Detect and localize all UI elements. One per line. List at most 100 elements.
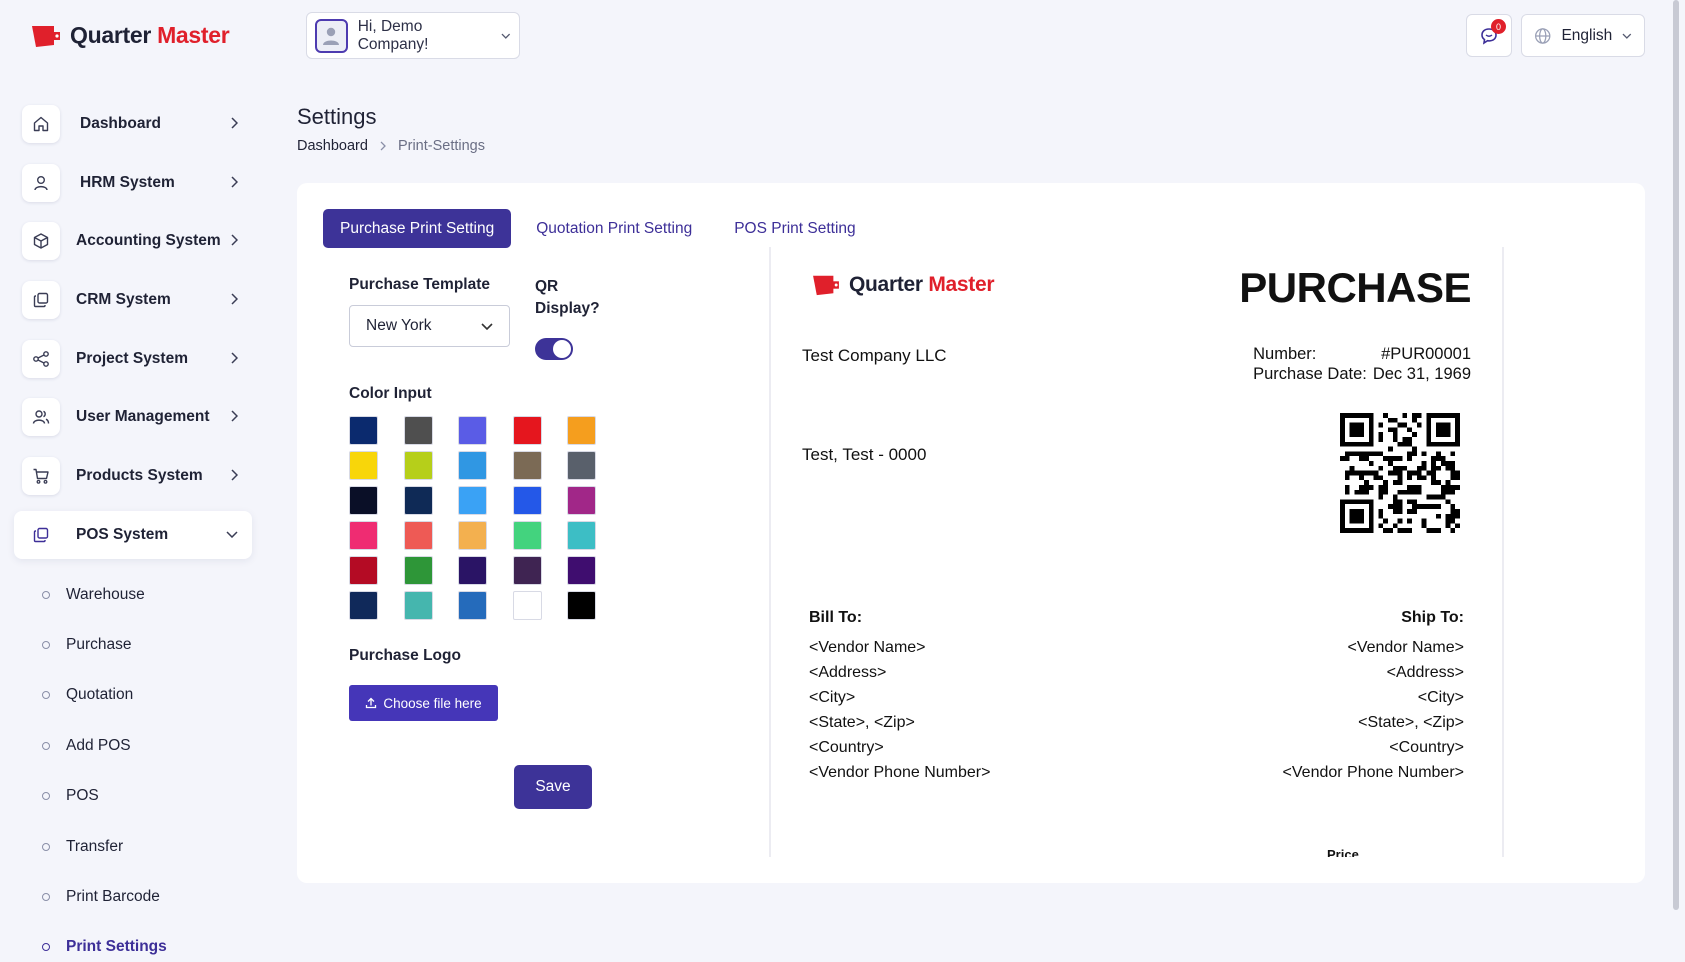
sidebar-subitem-transfer[interactable]: Transfer — [14, 821, 252, 871]
sidebar-item-products[interactable]: Products System — [14, 452, 252, 500]
color-input-label: Color Input — [349, 385, 432, 402]
sidebar-item-project[interactable]: Project System — [14, 335, 252, 383]
logo-text-part2: Master — [157, 22, 230, 48]
bullet-icon — [42, 641, 50, 650]
breadcrumb-dashboard[interactable]: Dashboard — [297, 138, 368, 154]
page-title: Settings — [297, 104, 377, 129]
tab-quotation-print[interactable]: Quotation Print Setting — [519, 209, 709, 248]
sidebar-item-hrm[interactable]: HRM System — [14, 159, 252, 207]
chevron-right-icon — [231, 117, 238, 129]
chevron-right-icon — [231, 293, 238, 305]
color-swatch[interactable] — [512, 556, 542, 585]
sidebar-item-label: CRM System — [76, 291, 171, 309]
purchase-template-label: Purchase Template — [349, 276, 490, 293]
sidebar-item-dashboard[interactable]: Dashboard — [14, 100, 252, 148]
color-swatch[interactable] — [403, 591, 433, 620]
logo-icon — [32, 25, 60, 47]
sidebar-item-label: Project System — [76, 349, 188, 367]
tab-purchase-print[interactable]: Purchase Print Setting — [323, 209, 512, 248]
save-button[interactable]: Save — [514, 765, 592, 809]
bullet-icon — [42, 943, 50, 952]
color-swatch[interactable] — [567, 451, 596, 480]
user-greeting: Hi, Demo Company! — [357, 17, 429, 53]
home-icon — [22, 105, 60, 143]
globe-icon — [1535, 27, 1551, 44]
user-icon — [22, 163, 60, 202]
color-swatch[interactable] — [349, 556, 378, 585]
chevron-right-icon — [231, 234, 238, 246]
color-swatch[interactable] — [458, 556, 487, 585]
preview-meta: Number: #PUR00001 Purchase Date: Dec 31, 1… — [1253, 345, 1471, 383]
notification-button[interactable]: 0 — [1466, 14, 1512, 57]
sidebar-item-crm[interactable]: CRM System — [14, 276, 252, 324]
sidebar-subitem-warehouse[interactable]: Warehouse — [14, 570, 252, 620]
color-swatch[interactable] — [512, 521, 542, 550]
color-swatch[interactable] — [349, 591, 378, 620]
qr-display-label: QR Display? — [535, 278, 600, 317]
qr-display-toggle[interactable] — [535, 338, 573, 360]
tab-pos-print[interactable]: POS Print Setting — [717, 209, 872, 248]
ship-to-block: Ship To: <Vendor Name> <Address> <City> … — [1282, 609, 1464, 781]
color-swatch[interactable] — [403, 451, 433, 480]
color-swatch[interactable] — [403, 416, 433, 445]
color-swatch[interactable] — [458, 486, 487, 515]
bullet-icon — [42, 842, 50, 851]
sidebar-item-label: POS System — [76, 525, 169, 543]
color-swatch[interactable] — [458, 591, 487, 620]
purchase-template-value: New York — [366, 317, 432, 334]
chevron-down-icon — [501, 33, 511, 39]
page-scrollbar[interactable] — [1673, 0, 1681, 962]
color-swatch-grid — [349, 416, 596, 620]
color-swatch[interactable] — [567, 486, 596, 515]
color-swatch[interactable] — [567, 521, 596, 550]
sidebar-item-pos[interactable]: POS System — [14, 510, 252, 559]
chevron-right-icon — [231, 469, 238, 481]
purchase-template-select[interactable]: New York — [349, 305, 510, 347]
color-swatch[interactable] — [567, 416, 596, 445]
color-swatch[interactable] — [349, 521, 378, 550]
app-logo[interactable]: Quarter Master — [30, 22, 230, 49]
color-swatch[interactable] — [458, 521, 487, 550]
preview-title: PURCHASE — [1239, 264, 1471, 311]
preview-company: Test Company LLC — [802, 346, 947, 365]
layers-icon — [22, 281, 60, 320]
color-swatch[interactable] — [512, 416, 542, 445]
sidebar-subitem-add-pos[interactable]: Add POS — [14, 721, 252, 771]
color-swatch[interactable] — [458, 416, 487, 445]
color-swatch[interactable] — [458, 451, 487, 480]
breadcrumb-current: Print-Settings — [397, 138, 485, 154]
color-swatch[interactable] — [512, 591, 542, 620]
user-menu[interactable]: Hi, Demo Company! — [306, 12, 520, 59]
bullet-icon — [42, 792, 50, 801]
sidebar-item-user-management[interactable]: User Management — [14, 393, 252, 441]
logo-icon — [813, 275, 839, 296]
chevron-down-icon — [226, 531, 238, 538]
sidebar-item-accounting[interactable]: Accounting System — [14, 217, 252, 265]
sidebar-subitem-print-settings[interactable]: Print Settings — [14, 922, 252, 962]
sidebar-item-label: Products System — [76, 467, 203, 485]
color-swatch[interactable] — [567, 556, 596, 585]
choose-file-button[interactable]: Choose file here — [349, 685, 498, 721]
color-swatch[interactable] — [403, 521, 433, 550]
sidebar-subitem-quotation[interactable]: Quotation — [14, 670, 252, 720]
cart-icon — [22, 457, 60, 496]
chevron-down-icon — [1622, 33, 1632, 39]
color-swatch[interactable] — [512, 486, 542, 515]
color-swatch[interactable] — [349, 416, 378, 445]
settings-card: Purchase Print Setting Quotation Print S… — [297, 183, 1645, 883]
color-swatch[interactable] — [567, 591, 596, 620]
sidebar-subitem-purchase[interactable]: Purchase — [14, 620, 252, 670]
sidebar-subitem-print-barcode[interactable]: Print Barcode — [14, 872, 252, 922]
color-swatch[interactable] — [403, 486, 433, 515]
sidebar-subitem-pos[interactable]: POS — [14, 771, 252, 821]
box-icon — [22, 222, 60, 261]
color-swatch[interactable] — [349, 486, 378, 515]
bill-to-block: Bill To: <Vendor Name> <Address> <City> … — [809, 609, 991, 781]
color-swatch[interactable] — [403, 556, 433, 585]
color-swatch[interactable] — [349, 451, 378, 480]
notification-badge: 0 — [1491, 19, 1506, 34]
color-swatch[interactable] — [512, 451, 542, 480]
language-selector[interactable]: English — [1521, 14, 1645, 57]
chevron-right-icon — [380, 141, 386, 151]
share-icon — [22, 339, 60, 378]
